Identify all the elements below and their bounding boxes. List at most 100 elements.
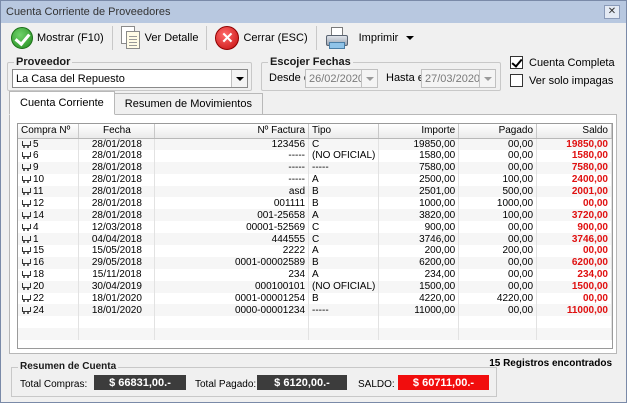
window-title: Cuenta Corriente de Proveedores	[6, 6, 171, 18]
proveedor-group: Proveedor La Casa del Repuesto	[7, 56, 252, 91]
cell-importe: 6200,00	[378, 256, 460, 269]
column-header-tipo[interactable]: Tipo	[308, 124, 380, 139]
cell-compra: 12	[18, 197, 80, 210]
cell-importe: 2500,00	[378, 173, 460, 186]
cell-fecha: 15/05/2018	[78, 245, 156, 257]
tab-resumen-movimientos[interactable]: Resumen de Movimientos	[113, 93, 263, 115]
cell-factura: 001-25658	[154, 209, 310, 222]
cell-compra-value: 16	[33, 257, 45, 269]
column-header-compra[interactable]: Compra Nº	[18, 124, 80, 139]
table-row[interactable]: 10 28/01/2018 ----- A 2500,00 100,00 2400,00	[18, 173, 612, 186]
chevron-down-icon[interactable]	[406, 36, 415, 40]
cell-compra-value: 24	[33, 304, 45, 316]
cell-pagado: 4220,00	[458, 292, 538, 305]
ver-detalle-label: Ver Detalle	[144, 32, 199, 44]
table-row[interactable]: 18 15/11/2018 234 A 234,00 00,00 234,00	[18, 268, 612, 281]
cell-saldo: 6200,00	[536, 256, 612, 269]
table-body: 5 28/01/2018 123456 C 19850,00 00,00 19850,00 6…	[18, 138, 612, 341]
cell-factura: 000100101	[154, 280, 310, 293]
fechas-group: Escojer Fechas Desde el: 26/02/2020 Hast…	[261, 56, 501, 91]
cell-fecha: 18/01/2020	[78, 304, 156, 317]
tab-bar: Cuenta Corriente Resumen de Movimientos	[9, 91, 263, 115]
cell-fecha: 12/03/2018	[78, 221, 156, 234]
mostrar-button[interactable]: Mostrar (F10)	[7, 24, 108, 52]
checkbox-unchecked-icon[interactable]	[510, 74, 523, 87]
cerrar-button[interactable]: ✕ Cerrar (ESC)	[211, 24, 311, 52]
hasta-value: 27/03/2020	[425, 72, 481, 85]
column-header-pagado[interactable]: Pagado	[458, 124, 538, 139]
cell-compra-value: 18	[33, 269, 45, 281]
cuenta-completa-checkbox[interactable]: Cuenta Completa	[510, 56, 615, 69]
cell-compra-value: 12	[33, 197, 45, 209]
accounts-grid[interactable]: Compra Nº Fecha Nº Factura Tipo Importe …	[17, 123, 613, 349]
cell-compra-value: 6	[33, 150, 39, 162]
column-header-fecha[interactable]: Fecha	[78, 124, 156, 139]
cell-importe: 19850,00	[378, 138, 460, 150]
cell-factura: 001111	[154, 197, 310, 210]
table-row[interactable]: 14 28/01/2018 001-25658 A 3820,00 100,00 3720,…	[18, 209, 612, 222]
table-row[interactable]: 15 15/05/2018 2222 A 200,00 200,00 00,00	[18, 245, 612, 257]
empty-cell	[458, 328, 538, 341]
empty-cell	[18, 328, 80, 341]
cart-icon	[21, 151, 31, 160]
cell-pagado: 100,00	[458, 173, 538, 186]
hasta-date-field[interactable]: 27/03/2020	[421, 69, 496, 88]
cell-saldo: 11000,00	[536, 304, 612, 317]
chevron-down-icon[interactable]	[361, 70, 377, 87]
close-window-button[interactable]: ✕	[604, 5, 620, 19]
cell-fecha: 28/01/2018	[78, 138, 156, 150]
cell-compra-value: 14	[33, 209, 45, 221]
tab-panel: Compra Nº Fecha Nº Factura Tipo Importe …	[9, 114, 617, 354]
cell-compra: 6	[18, 149, 80, 162]
cell-pagado: 100,00	[458, 209, 538, 222]
table-row[interactable]: 11 28/01/2018 asd B 2501,00 500,00 2001,00	[18, 185, 612, 198]
documents-icon	[120, 26, 141, 50]
tab-cuenta-corriente[interactable]: Cuenta Corriente	[9, 91, 115, 115]
column-header-saldo[interactable]: Saldo	[536, 124, 612, 139]
table-row[interactable]: 5 28/01/2018 123456 C 19850,00 00,00 19850,00	[18, 138, 612, 150]
table-row[interactable]: 16 29/05/2018 0001-00002589 B 6200,00 00,00 62…	[18, 256, 612, 269]
column-header-factura[interactable]: Nº Factura	[154, 124, 310, 139]
chevron-down-icon[interactable]	[479, 70, 495, 87]
table-row[interactable]: 12 28/01/2018 001111 B 1000,00 1000,00 00,00	[18, 197, 612, 210]
cell-pagado: 00,00	[458, 268, 538, 281]
proveedor-value: La Casa del Repuesto	[16, 72, 125, 85]
cell-compra-value: 9	[33, 162, 39, 174]
cell-saldo: 2400,00	[536, 173, 612, 186]
cart-icon	[21, 246, 31, 255]
cell-compra-value: 11	[33, 186, 44, 197]
checkbox-checked-icon[interactable]	[510, 56, 523, 69]
cell-pagado: 00,00	[458, 138, 538, 150]
table-row[interactable]: 6 28/01/2018 ----- (NO OFICIAL) 1580,00 00,00…	[18, 149, 612, 162]
toolbar-separator	[111, 26, 113, 50]
table-row[interactable]: 1 04/04/2018 444555 C 3746,00 00,00 3746,00	[18, 233, 612, 246]
cell-factura: asd	[154, 185, 310, 198]
cell-tipo: C	[308, 138, 380, 150]
cell-saldo: 2001,00	[536, 185, 612, 198]
cart-icon	[21, 187, 31, 195]
cell-fecha: 30/04/2019	[78, 280, 156, 293]
cell-tipo: A	[308, 173, 380, 186]
cell-importe: 4220,00	[378, 292, 460, 305]
proveedor-select[interactable]: La Casa del Repuesto	[12, 69, 248, 88]
table-row[interactable]: 22 18/01/2020 0001-00001254 B 4220,00 4220,00…	[18, 292, 612, 305]
desde-date-field[interactable]: 26/02/2020	[305, 69, 378, 88]
cell-pagado: 00,00	[458, 149, 538, 162]
table-row[interactable]: 9 28/01/2018 ----- ----- 7580,00 00,00 7580,00	[18, 161, 612, 174]
toolbar-separator	[315, 26, 317, 50]
cell-tipo: B	[308, 292, 380, 305]
cell-tipo: A	[308, 268, 380, 281]
cell-compra: 4	[18, 221, 80, 234]
cell-saldo: 900,00	[536, 221, 612, 234]
cell-fecha: 28/01/2018	[78, 173, 156, 186]
toolbar: Mostrar (F10) Ver Detalle ✕ Cerrar (ESC)…	[1, 23, 626, 53]
imprimir-button[interactable]: Imprimir	[321, 24, 419, 52]
table-row[interactable]: 4 12/03/2018 00001-52569 C 900,00 00,00 900,00	[18, 221, 612, 234]
ver-detalle-button[interactable]: Ver Detalle	[117, 24, 203, 52]
chevron-down-icon[interactable]	[231, 70, 247, 87]
table-row[interactable]: 20 30/04/2019 000100101 (NO OFICIAL) 1500,00…	[18, 280, 612, 293]
cell-importe: 11000,00	[378, 304, 460, 317]
solo-impagas-checkbox[interactable]: Ver solo impagas	[510, 74, 613, 87]
table-row[interactable]: 24 18/01/2020 0000-00001234 ----- 11000,00 00…	[18, 304, 612, 317]
column-header-importe[interactable]: Importe	[378, 124, 460, 139]
